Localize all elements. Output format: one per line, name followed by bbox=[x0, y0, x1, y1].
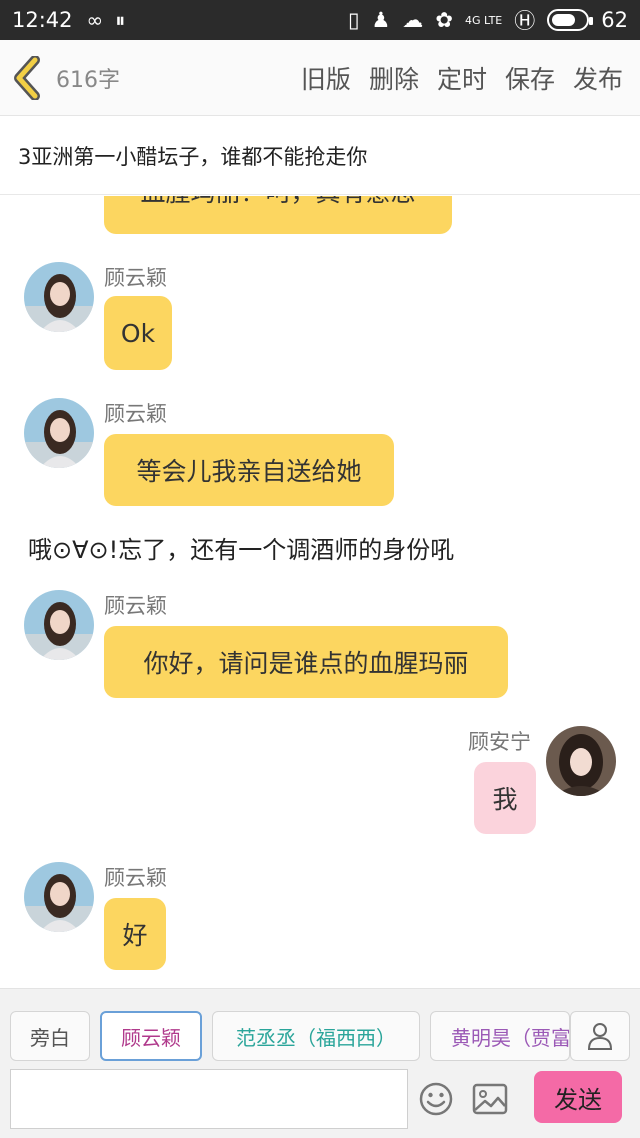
avatar-girl-icon bbox=[24, 398, 94, 468]
message-bubble[interactable]: Ok bbox=[104, 296, 172, 370]
battery-level: 62 bbox=[601, 8, 628, 32]
avatar-girl-icon bbox=[546, 726, 616, 796]
status-bar: 12:42 ∞ ⏸ ▯ ♟ ☁ ✿ 4G LTE Ⓗ 62 bbox=[0, 0, 640, 40]
speaker-name: 顾云颖 bbox=[104, 266, 167, 290]
avatar[interactable] bbox=[24, 590, 94, 660]
message-text: 等会儿我亲自送给她 bbox=[136, 457, 362, 486]
message-bubble[interactable]: 你好，请问是谁点的血腥玛丽 bbox=[104, 626, 508, 698]
avatar[interactable] bbox=[24, 262, 94, 332]
character-chip-gu-yunying[interactable]: 顾云颖 bbox=[100, 1011, 202, 1061]
chat-area[interactable]: 血腥玛丽？呵，真有意思 顾云颖 Ok 顾云颖 等会儿我亲自送给她 哦⊙∀⊙!忘了… bbox=[0, 196, 640, 988]
chapter-title[interactable]: 3亚洲第一小醋坛子，谁都不能抢走你 bbox=[0, 117, 640, 195]
back-button[interactable] bbox=[0, 40, 52, 116]
sleep-cloud-icon: ☁ bbox=[402, 8, 424, 32]
old-version-button[interactable]: 旧版 bbox=[292, 60, 360, 96]
message-text: Ok bbox=[120, 318, 156, 348]
message-text: 血腥玛丽？呵，真有意思 bbox=[140, 196, 415, 209]
speaker-name: 顾云颖 bbox=[104, 594, 167, 618]
avatar-girl-icon bbox=[24, 590, 94, 660]
publish-button[interactable]: 发布 bbox=[564, 60, 632, 96]
add-character-button[interactable] bbox=[570, 1011, 630, 1061]
pause-icon: ⏸ bbox=[115, 8, 126, 32]
clock: 12:42 bbox=[12, 8, 73, 32]
narration-text[interactable]: 哦⊙∀⊙!忘了，还有一个调酒师的身份吼 bbox=[28, 530, 454, 565]
person-icon bbox=[587, 1023, 613, 1050]
infinity-icon: ∞ bbox=[86, 8, 104, 32]
image-icon[interactable] bbox=[472, 1083, 508, 1115]
character-chip-fan-chengcheng[interactable]: 范丞丞（福西西） bbox=[212, 1011, 420, 1061]
avatar-girl-icon bbox=[24, 262, 94, 332]
speaker-name: 顾安宁 bbox=[468, 730, 531, 754]
character-chip-narrator[interactable]: 旁白 bbox=[10, 1011, 90, 1061]
emoji-icon[interactable] bbox=[418, 1081, 454, 1117]
avatar-girl-icon bbox=[24, 862, 94, 932]
message-text: 好 bbox=[122, 921, 148, 950]
message-bubble[interactable]: 血腥玛丽？呵，真有意思 bbox=[104, 196, 452, 234]
message-bubble[interactable]: 等会儿我亲自送给她 bbox=[104, 434, 394, 506]
composer-panel: 旁白 顾云颖 范丞丞（福西西） 黄明昊（贾富 发送 bbox=[0, 988, 640, 1138]
speaker-name: 顾云颖 bbox=[104, 866, 167, 890]
toolbar-actions: 旧版 删除 定时 保存 发布 bbox=[292, 60, 632, 96]
avatar[interactable] bbox=[24, 398, 94, 468]
character-selector: 旁白 顾云颖 范丞丞（福西西） 黄明昊（贾富 bbox=[0, 1011, 640, 1063]
send-button[interactable]: 发送 bbox=[534, 1071, 622, 1123]
avatar[interactable] bbox=[546, 726, 616, 796]
speaker-name: 顾云颖 bbox=[104, 402, 167, 426]
message-text: 你好，请问是谁点的血腥玛丽 bbox=[143, 649, 469, 678]
battery-icon bbox=[547, 9, 594, 31]
character-chip-huang-minghao[interactable]: 黄明昊（贾富 bbox=[430, 1011, 570, 1061]
editor-toolbar: 616字 旧版 删除 定时 保存 发布 bbox=[0, 40, 640, 116]
delete-button[interactable]: 删除 bbox=[360, 60, 428, 96]
bag-icon: ♟ bbox=[371, 8, 391, 32]
avatar[interactable] bbox=[24, 862, 94, 932]
save-button[interactable]: 保存 bbox=[496, 60, 564, 96]
vibrate-icon: ▯ bbox=[347, 8, 360, 32]
message-bubble[interactable]: 我 bbox=[474, 762, 536, 834]
back-arrow-icon bbox=[14, 55, 40, 100]
hd-icon: Ⓗ bbox=[514, 9, 536, 33]
message-text: 我 bbox=[492, 785, 518, 814]
flower-icon: ✿ bbox=[435, 8, 453, 32]
message-input[interactable] bbox=[10, 1069, 408, 1129]
word-count: 616字 bbox=[56, 67, 120, 93]
schedule-button[interactable]: 定时 bbox=[428, 60, 496, 96]
message-bubble[interactable]: 好 bbox=[104, 898, 166, 970]
network-indicator: 4G LTE bbox=[464, 13, 503, 27]
